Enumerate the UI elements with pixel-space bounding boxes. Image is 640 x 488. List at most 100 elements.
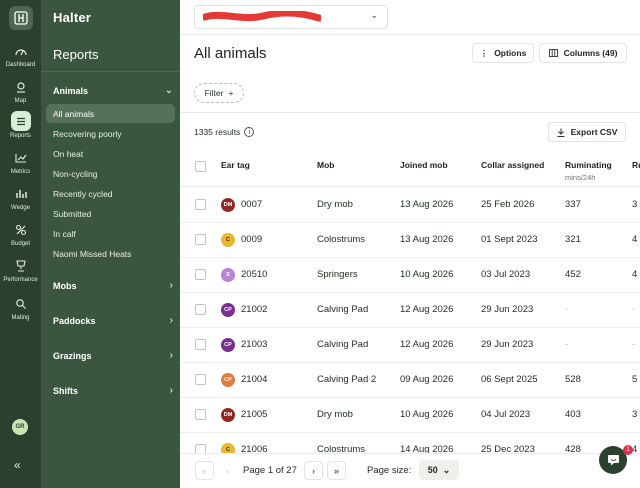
col-ruminating[interactable]: Ruminating: [565, 160, 612, 170]
collar-assigned: 25 Dec 2023: [481, 444, 535, 453]
next-col: 5: [632, 374, 638, 385]
nav-item-non-cycling[interactable]: Non-cycling: [46, 164, 175, 183]
budget-icon: [11, 221, 31, 239]
row-checkbox[interactable]: [195, 374, 206, 385]
nav-item-recently-cycled[interactable]: Recently cycled: [46, 184, 175, 203]
table-row[interactable]: CP 21003 Calving Pad 12 Aug 2026 29 Jun …: [180, 328, 640, 363]
table-row[interactable]: DM 21005 Dry mob 10 Aug 2026 04 Jul 2023…: [180, 398, 640, 433]
first-page-button[interactable]: «: [195, 461, 214, 480]
row-checkbox[interactable]: [195, 269, 206, 280]
ruminating: 337: [565, 199, 581, 210]
nav-item-in-calf[interactable]: In calf: [46, 224, 175, 243]
joined-mob: 13 Aug 2026: [400, 234, 454, 245]
farm-select[interactable]: ⌄: [194, 5, 388, 29]
chat-notification-badge: 1: [623, 445, 633, 455]
columns-icon: [548, 49, 558, 57]
row-checkbox[interactable]: [195, 444, 206, 453]
prev-page-button[interactable]: ‹: [218, 461, 237, 480]
mob-name: Colostrums: [317, 234, 366, 245]
last-page-button[interactable]: »: [327, 461, 346, 480]
rail-reports[interactable]: Reports: [0, 111, 41, 140]
ear-tag: 21002: [241, 304, 268, 315]
joined-mob: 12 Aug 2026: [400, 339, 454, 350]
rail-wedge[interactable]: Wedge: [0, 185, 41, 212]
list-icon: [10, 111, 31, 131]
section-paddocks[interactable]: Paddocks ›: [53, 315, 173, 326]
mating-icon: [11, 295, 31, 313]
divider: [41, 71, 180, 72]
divider: [180, 34, 640, 35]
joined-mob: 10 Aug 2026: [400, 409, 454, 420]
col-joined-mob[interactable]: Joined mob: [400, 160, 448, 170]
page-size-select[interactable]: 50 ⌄: [419, 460, 459, 480]
col-mob[interactable]: Mob: [317, 160, 334, 170]
next-page-button[interactable]: ›: [304, 461, 323, 480]
row-checkbox[interactable]: [195, 234, 206, 245]
filter-label: Filter: [204, 88, 224, 98]
mob-badge: CP: [221, 338, 235, 352]
row-checkbox[interactable]: [195, 304, 206, 315]
mob-badge: CP: [221, 373, 235, 387]
add-filter-button[interactable]: Filter +: [194, 83, 244, 103]
rail-label: Metrics: [10, 169, 31, 175]
nav-item-recovering-poorly[interactable]: Recovering poorly: [46, 124, 175, 143]
nav-item-naomi-missed-heats[interactable]: Naomi Missed Heats: [46, 244, 175, 263]
rail-label: Dashboard: [5, 62, 36, 68]
info-icon[interactable]: i: [244, 127, 255, 137]
rail-performance[interactable]: Performance: [0, 257, 41, 284]
row-checkbox[interactable]: [195, 199, 206, 210]
col-ear-tag[interactable]: Ear tag: [221, 160, 250, 170]
collapse-sidebar-icon[interactable]: «: [14, 458, 21, 472]
nav-item-submitted[interactable]: Submitted: [46, 204, 175, 223]
ruminating: 428: [565, 444, 581, 453]
icon-rail: Dashboard Map Reports Metrics Wedge Budg…: [0, 0, 41, 488]
mob-name: Springers: [317, 269, 358, 280]
rail-dashboard[interactable]: Dashboard: [0, 42, 41, 69]
mob-badge: S: [221, 268, 235, 282]
nav-title: Reports: [53, 47, 99, 62]
section-animals[interactable]: Animals ⌄: [53, 85, 173, 96]
nav-item-all-animals[interactable]: All animals: [46, 104, 175, 123]
mob-badge: C: [221, 233, 235, 247]
rail-label: Performance: [3, 277, 38, 283]
results-count: 1335 results i: [194, 127, 255, 137]
collar-assigned: 03 Jul 2023: [481, 269, 531, 280]
results-text: 1335 results: [194, 127, 241, 137]
ear-tag: 21003: [241, 339, 268, 350]
chevron-down-icon: ⌄: [164, 85, 173, 96]
row-checkbox[interactable]: [195, 339, 206, 350]
select-all-checkbox[interactable]: [195, 161, 206, 172]
columns-button[interactable]: Columns (49): [539, 43, 627, 63]
rail-mating[interactable]: Mating: [0, 295, 41, 322]
table-row[interactable]: CP 21004 Calving Pad 2 09 Aug 2026 06 Se…: [180, 363, 640, 398]
rail-metrics[interactable]: Metrics: [0, 149, 41, 176]
section-shifts[interactable]: Shifts ›: [53, 385, 173, 396]
user-avatar[interactable]: GR: [12, 419, 28, 435]
row-checkbox[interactable]: [195, 409, 206, 420]
rail-map[interactable]: Map: [0, 78, 41, 105]
halter-logo-icon[interactable]: [9, 6, 33, 30]
table-row[interactable]: C 0009 Colostrums 13 Aug 2026 01 Sept 20…: [180, 223, 640, 258]
table-row[interactable]: S 20510 Springers 10 Aug 2026 03 Jul 202…: [180, 258, 640, 293]
nav-item-on-heat[interactable]: On heat: [46, 144, 175, 163]
rail-budget[interactable]: Budget: [0, 221, 41, 248]
chevron-down-icon: ⌄: [370, 10, 378, 20]
ruminating-unit: mins/24h: [565, 173, 596, 182]
options-button[interactable]: ⋮ Options: [472, 43, 534, 63]
section-label: Shifts: [53, 385, 79, 396]
section-mobs[interactable]: Mobs ›: [53, 280, 173, 291]
bar-chart-icon: [11, 185, 31, 203]
mob-badge: DM: [221, 198, 235, 212]
col-collar-assigned[interactable]: Collar assigned: [481, 160, 544, 170]
page-size-label: Page size:: [367, 465, 412, 476]
ear-tag: 21004: [241, 374, 268, 385]
ear-tag: 0009: [241, 234, 263, 245]
col-next[interactable]: Ru: [632, 160, 640, 170]
table-row[interactable]: C 21006 Colostrums 14 Aug 2026 25 Dec 20…: [180, 433, 640, 453]
joined-mob: 09 Aug 2026: [400, 374, 454, 385]
section-grazings[interactable]: Grazings ›: [53, 350, 173, 361]
export-csv-button[interactable]: Export CSV: [548, 122, 626, 142]
table-row[interactable]: DM 0007 Dry mob 13 Aug 2026 25 Feb 2026 …: [180, 188, 640, 223]
table-row[interactable]: CP 21002 Calving Pad 12 Aug 2026 29 Jun …: [180, 293, 640, 328]
kebab-icon: ⋮: [479, 47, 489, 58]
